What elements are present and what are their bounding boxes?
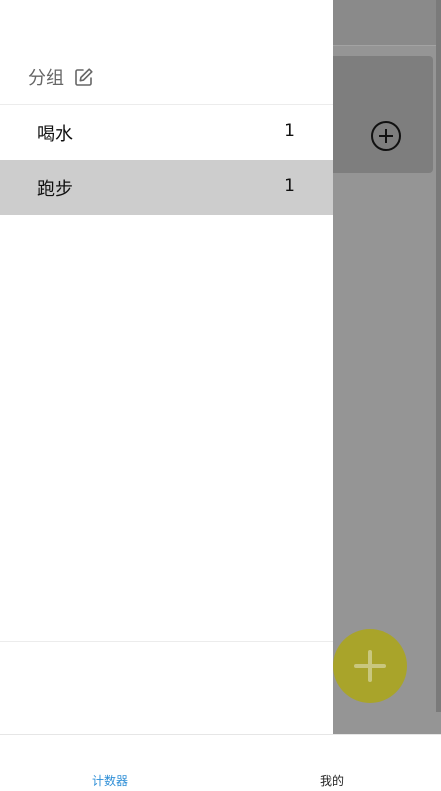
nav-tab-counter-label: 计数器 [92, 774, 129, 788]
background-scroll-edge [436, 0, 441, 712]
group-item-name: 跑步 [37, 179, 73, 200]
nav-tab-counter[interactable]: 计数器 [0, 735, 220, 791]
group-item-count: 1 [284, 176, 295, 196]
group-section-title: 分组 [28, 68, 64, 89]
footer-divider [0, 641, 333, 642]
group-item-count: 1 [284, 121, 295, 141]
group-item-running[interactable]: 跑步 1 [0, 160, 333, 215]
nav-tab-mine[interactable]: 我的 [220, 735, 441, 791]
edit-icon[interactable] [74, 67, 94, 87]
app-screen: 分组 喝水 1 跑步 1 计数器 我的 [0, 0, 441, 791]
group-section-header: 分组 [0, 48, 333, 104]
bottom-navigation: 计数器 我的 [0, 734, 441, 791]
nav-tab-mine-label: 我的 [320, 774, 345, 788]
group-item-name: 喝水 [37, 124, 73, 145]
group-drawer: 分组 喝水 1 跑步 1 [0, 0, 333, 734]
group-item-drink-water[interactable]: 喝水 1 [0, 105, 333, 160]
add-circle-icon [371, 121, 401, 151]
add-counter-fab[interactable] [333, 629, 407, 703]
